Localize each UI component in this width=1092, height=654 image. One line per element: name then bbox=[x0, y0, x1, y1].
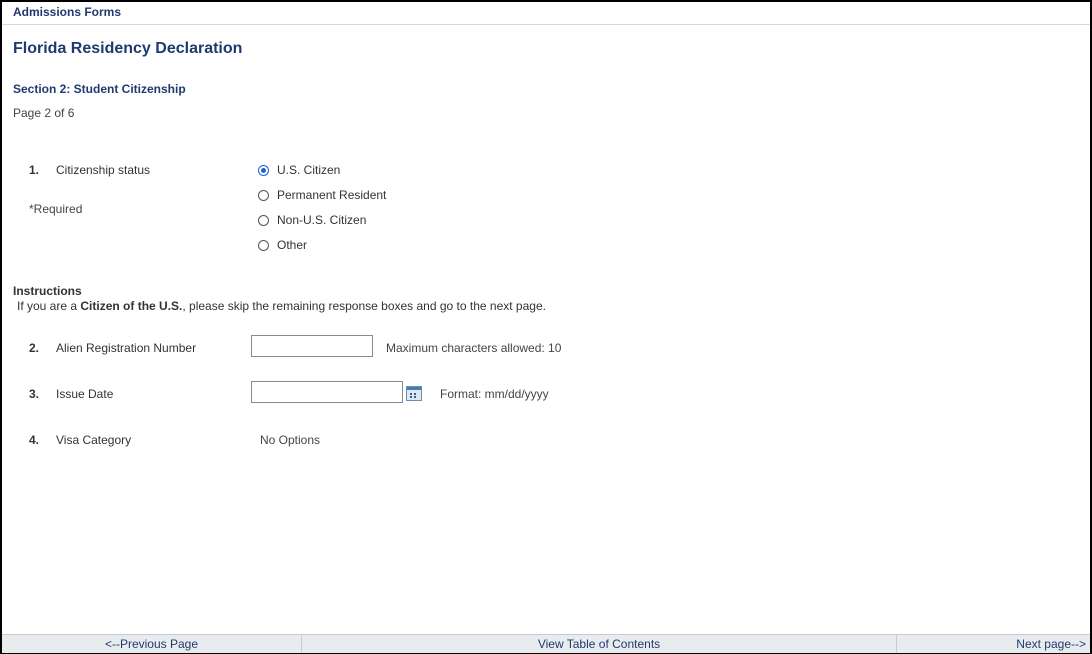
breadcrumb[interactable]: Admissions Forms bbox=[13, 5, 121, 19]
radio-label: Non-U.S. Citizen bbox=[277, 213, 367, 227]
instructions-text-before: If you are a bbox=[17, 299, 81, 313]
form-window: Admissions Forms Florida Residency Decla… bbox=[0, 0, 1092, 654]
section-title: Section 2: Student Citizenship bbox=[13, 82, 186, 96]
radio-button-us-citizen[interactable] bbox=[258, 164, 269, 176]
page-title: Florida Residency Declaration bbox=[13, 40, 243, 57]
instructions-text-after: , please skip the remaining response box… bbox=[182, 299, 546, 313]
question-1-number: 1. bbox=[29, 163, 40, 177]
radio-button-permanent-resident[interactable] bbox=[258, 189, 269, 201]
issue-date-hint: Format: mm/dd/yyyy bbox=[440, 387, 549, 401]
instructions-text-bold: Citizen of the U.S. bbox=[80, 299, 183, 313]
radio-label: Permanent Resident bbox=[277, 188, 387, 202]
page-indicator: Page 2 of 6 bbox=[13, 106, 75, 120]
instructions-heading: Instructions bbox=[13, 284, 82, 298]
calendar-icon-dot bbox=[410, 393, 412, 395]
radio-button-other[interactable] bbox=[258, 239, 269, 251]
question-1-label: Citizenship status bbox=[56, 163, 151, 177]
footer-nav-bar: <--Previous Page View Table of Contents … bbox=[2, 634, 1090, 653]
table-of-contents-link[interactable]: View Table of Contents bbox=[302, 635, 897, 653]
radio-option-non-us-citizen[interactable]: Non-U.S. Citizen bbox=[258, 212, 366, 228]
alien-registration-number-input[interactable] bbox=[251, 335, 373, 357]
instructions-text: If you are a Citizen of the U.S., please… bbox=[17, 299, 546, 313]
question-2-number: 2. bbox=[29, 341, 40, 355]
radio-option-us-citizen[interactable]: U.S. Citizen bbox=[258, 162, 340, 178]
radio-option-permanent-resident[interactable]: Permanent Resident bbox=[258, 187, 386, 203]
radio-button-non-us-citizen[interactable] bbox=[258, 214, 269, 226]
visa-category-value: No Options bbox=[260, 433, 321, 447]
question-3-label: Issue Date bbox=[56, 387, 114, 401]
question-3-number: 3. bbox=[29, 387, 40, 401]
header-band bbox=[2, 2, 1090, 25]
alien-registration-hint: Maximum characters allowed: 10 bbox=[386, 341, 562, 355]
previous-page-link[interactable]: <--Previous Page bbox=[2, 635, 302, 653]
question-4-number: 4. bbox=[29, 433, 40, 447]
issue-date-input[interactable] bbox=[251, 381, 403, 403]
question-4-label: Visa Category bbox=[56, 433, 132, 447]
radio-option-other[interactable]: Other bbox=[258, 237, 307, 253]
radio-label: Other bbox=[277, 238, 308, 252]
radio-label: U.S. Citizen bbox=[277, 163, 341, 177]
calendar-icon-dot bbox=[410, 396, 412, 398]
calendar-icon-dot bbox=[414, 393, 416, 395]
calendar-icon-dot bbox=[414, 396, 416, 398]
calendar-icon[interactable] bbox=[406, 386, 422, 401]
next-page-link[interactable]: Next page--> bbox=[897, 635, 1090, 653]
required-note: *Required bbox=[29, 202, 83, 216]
question-2-label: Alien Registration Number bbox=[56, 341, 197, 355]
calendar-icon-header bbox=[407, 387, 421, 390]
